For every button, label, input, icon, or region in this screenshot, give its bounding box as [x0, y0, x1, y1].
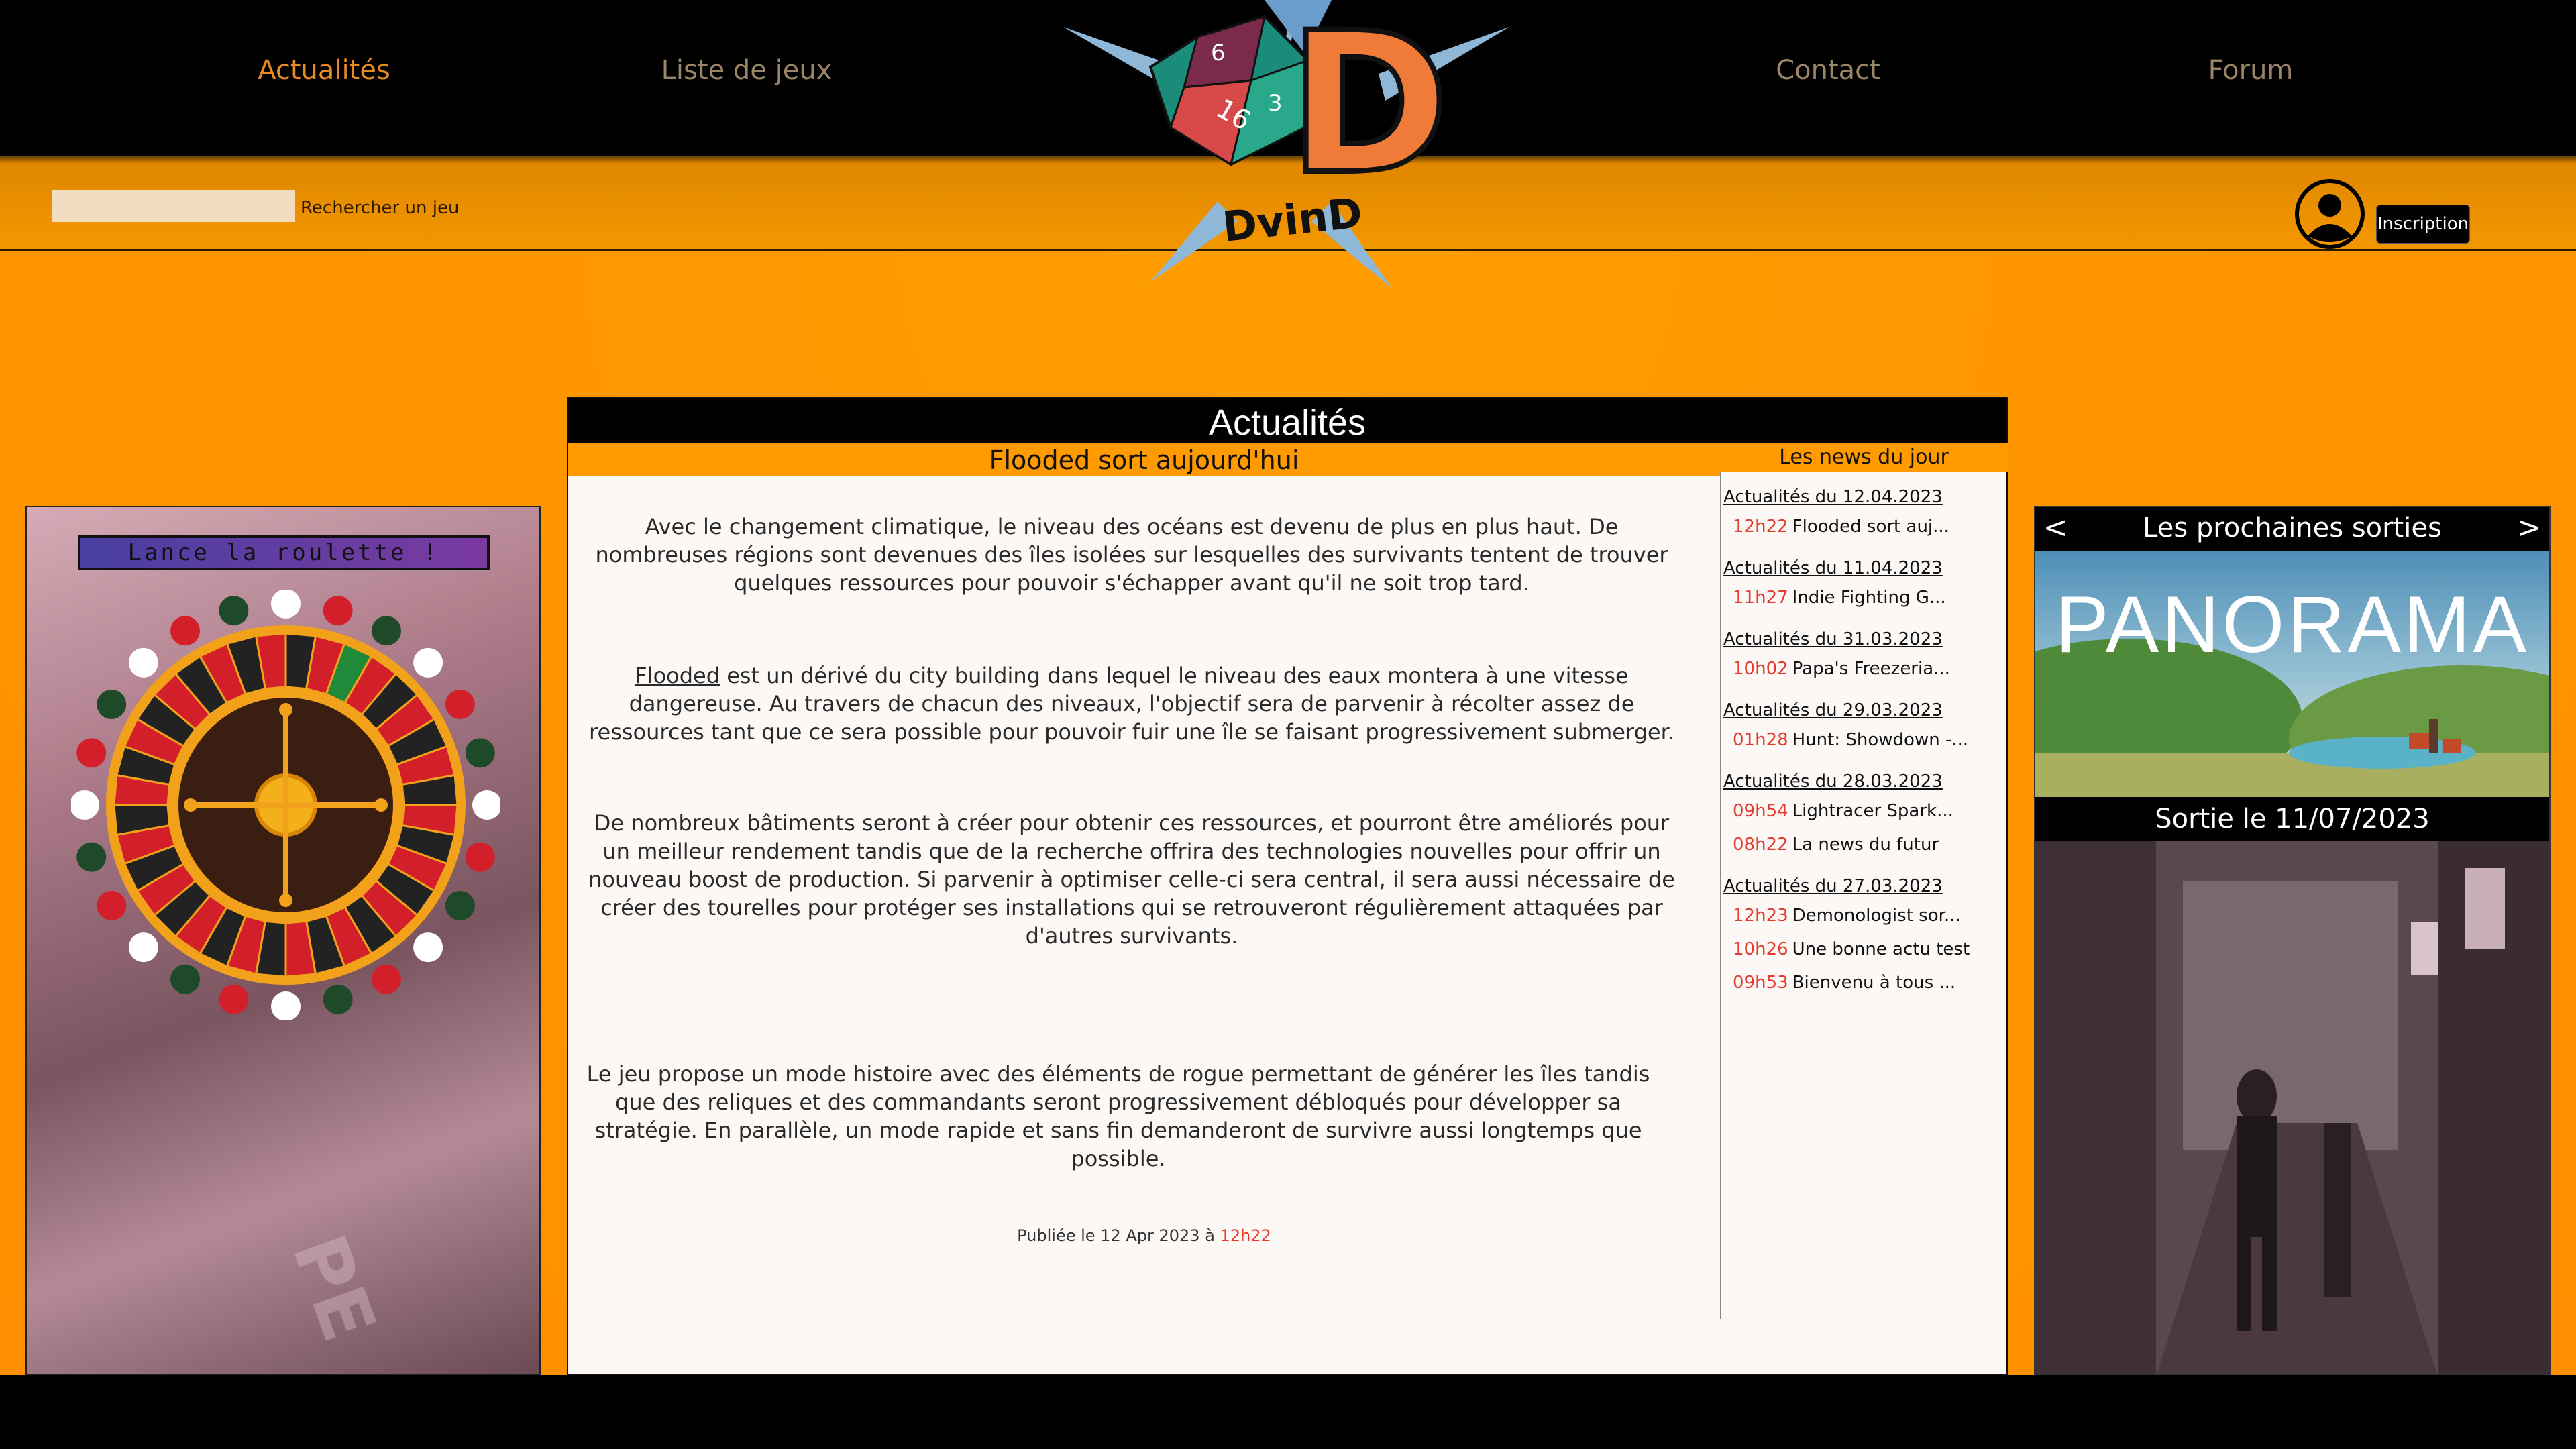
dvind-logo[interactable]: 16 6 3 D DvinD [1063, 0, 1509, 295]
news-date-link[interactable]: Actualités du 11.04.2023 [1723, 558, 2005, 581]
nav-contact[interactable]: Contact [1694, 55, 1962, 86]
wheel-peg [170, 616, 200, 646]
news-date-link[interactable]: Actualités du 27.03.2023 [1723, 876, 2005, 899]
wheel-peg [372, 616, 401, 646]
roulette-wheel[interactable] [71, 590, 500, 1020]
user-account-icon[interactable] [2294, 178, 2365, 250]
wheel-peg [413, 932, 443, 963]
spin-roulette-button[interactable]: Lance la roulette ! [78, 535, 490, 570]
news-date-link[interactable]: Actualités du 28.03.2023 [1723, 771, 2005, 794]
news-item[interactable]: 09h54 Lightracer Spark... [1723, 794, 2005, 828]
news-item[interactable]: 01h28 Hunt: Showdown -... [1723, 723, 2005, 757]
news-date-link[interactable]: Actualités du 29.03.2023 [1723, 700, 2005, 723]
news-date-link[interactable]: Actualités du 12.04.2023 [1723, 487, 2005, 510]
roulette-panel: Lance la roulette ! PE [25, 506, 541, 1375]
news-item[interactable]: 11h27 Indie Fighting G... [1723, 581, 2005, 614]
article-paragraph: Avec le changement climatique, le niveau… [595, 514, 1668, 596]
releases-title: Les prochaines sorties [2035, 507, 2549, 551]
news-date-link[interactable]: Actualités du 31.03.2023 [1723, 629, 2005, 652]
wheel-peg [323, 984, 353, 1014]
wheel-peg [219, 596, 249, 626]
game-logo-text: PANORAMA [2055, 580, 2529, 669]
wheel-peg [170, 964, 200, 994]
next-game-image[interactable] [2035, 841, 2549, 1374]
nav-actualites[interactable]: Actualités [190, 55, 458, 86]
wheel-peg [128, 932, 158, 963]
news-item[interactable]: 12h22 Flooded sort auj... [1723, 510, 2005, 543]
game-link[interactable]: Flooded [635, 663, 720, 688]
article-body: Avec le changement climatique, le niveau… [568, 476, 1720, 1339]
wheel-peg [323, 596, 353, 626]
wheel-peg [465, 738, 495, 768]
wheel-peg [128, 647, 158, 678]
wheel-peg [97, 690, 127, 719]
wheel-peg [372, 964, 401, 994]
article-title: Flooded sort aujourd'hui [568, 443, 1720, 476]
wheel-peg [71, 790, 99, 820]
wheel-peg [97, 891, 127, 920]
svg-text:3: 3 [1268, 90, 1283, 117]
nav-forum[interactable]: Forum [2116, 55, 2385, 86]
wheel-peg [472, 790, 500, 820]
upcoming-releases-panel: Les prochaines sorties < > PANORAMA Sort… [2034, 506, 2551, 1375]
wheel-peg [445, 891, 475, 920]
article-paragraph: Le jeu propose un mode histoire avec des… [586, 1061, 1650, 1171]
news-item[interactable]: 10h02 Papa's Freezeria... [1723, 652, 2005, 686]
next-arrow-icon[interactable]: > [2509, 507, 2549, 551]
wheel-peg [465, 842, 495, 872]
news-main-panel: Actualités Flooded sort aujourd'hui Les … [567, 397, 2008, 1375]
wheel-peg [76, 842, 107, 872]
search-input[interactable] [52, 190, 295, 222]
published-date: Publiée le 12 Apr 2023 à 12h22 [1017, 1226, 1271, 1245]
svg-text:6: 6 [1211, 40, 1226, 66]
wheel-peg [271, 991, 301, 1020]
logo-letter: D [1288, 0, 1450, 217]
news-item[interactable]: 08h22 La news du futur [1723, 828, 2005, 861]
article-paragraph: Flooded est un dérivé du city building d… [589, 663, 1674, 745]
release-date: Sortie le 11/07/2023 [2035, 797, 2549, 841]
wheel-peg [271, 590, 301, 619]
signup-button[interactable]: Inscription [2376, 205, 2470, 244]
wheel-peg [76, 738, 107, 768]
news-item[interactable]: 12h23 Demonologist sor... [1723, 899, 2005, 932]
d20-dice-icon: 16 6 3 [1148, 15, 1310, 166]
nav-liste-de-jeux[interactable]: Liste de jeux [612, 55, 881, 86]
news-list: Actualités du 12.04.2023 12h22 Flooded so… [1723, 472, 2005, 1000]
game-cover-image[interactable]: PANORAMA [2035, 551, 2549, 797]
page-footer [0, 1375, 2576, 1449]
wheel-peg [445, 690, 475, 719]
wheel-peg [413, 647, 443, 678]
news-sidebar-title: Les news du jour [1720, 443, 2008, 472]
article-paragraph: De nombreux bâtiments seront à créer pou… [588, 810, 1675, 949]
news-item[interactable]: 10h26 Une bonne actu test [1723, 932, 2005, 966]
prev-arrow-icon[interactable]: < [2035, 507, 2076, 551]
search-label[interactable]: Rechercher un jeu [301, 198, 459, 218]
news-divider [1720, 472, 1721, 1319]
news-item[interactable]: 09h53 Bienvenu à tous ... [1723, 966, 2005, 1000]
street-scene-image [2035, 841, 2549, 1374]
wheel-peg [219, 984, 249, 1014]
road-decoration: PE [276, 1224, 392, 1352]
page-title: Actualités [568, 398, 2006, 443]
